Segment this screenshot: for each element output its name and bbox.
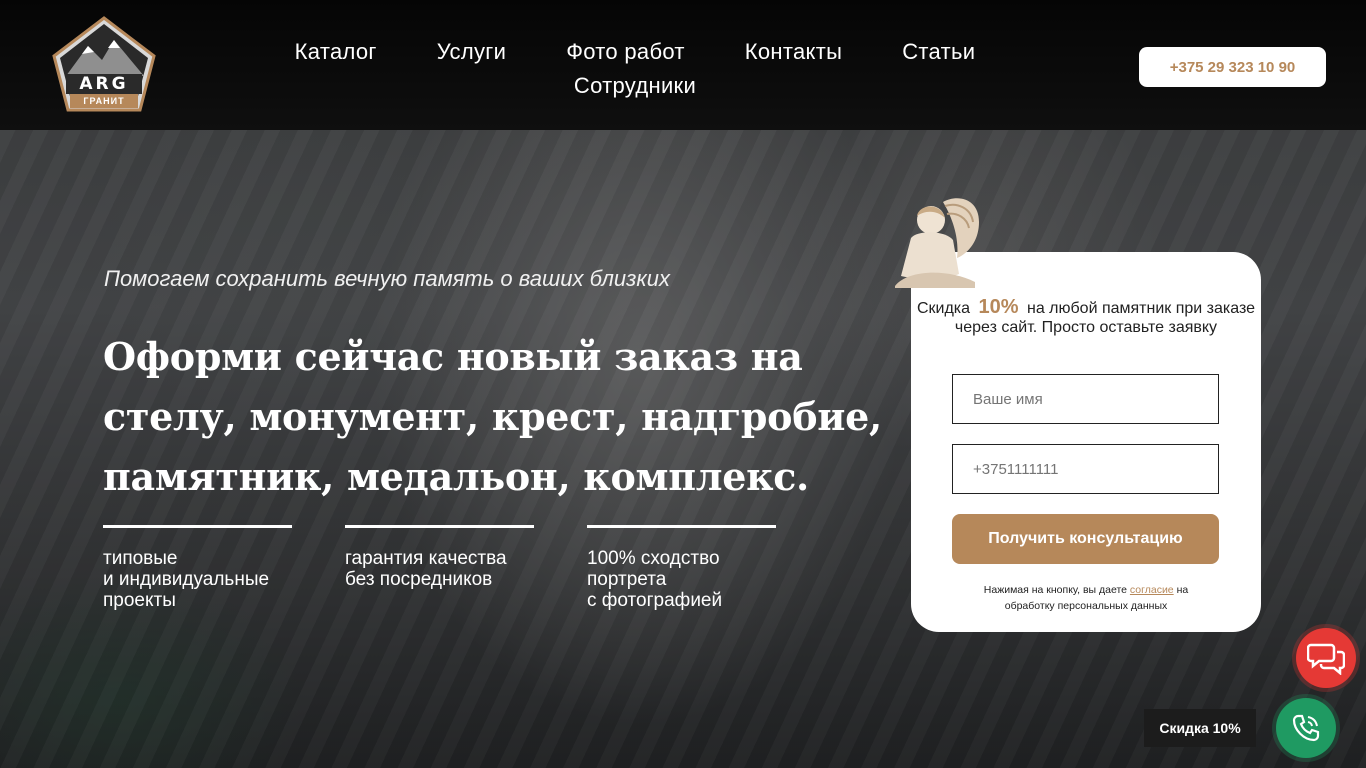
- nav-articles[interactable]: Статьи: [872, 38, 1005, 66]
- nav-employees[interactable]: Сотрудники: [544, 72, 726, 100]
- feature-item: гарантия качества без посредников: [345, 525, 534, 611]
- nav-photo-works[interactable]: Фото работ: [536, 38, 715, 66]
- feature-text: гарантия качества без посредников: [345, 548, 507, 590]
- chat-button[interactable]: [1296, 628, 1356, 688]
- nav-contacts[interactable]: Контакты: [715, 38, 872, 66]
- discount-badge[interactable]: Скидка 10%: [1144, 709, 1256, 747]
- logo[interactable]: ARG ГРАНИТ: [52, 16, 156, 112]
- nav-services[interactable]: Услуги: [407, 38, 536, 66]
- consent-text: Нажимая на кнопку, вы даете согласие на …: [961, 582, 1211, 614]
- features-list: типовые и индивидуальные проекты гаранти…: [103, 525, 776, 611]
- phone-input[interactable]: [952, 444, 1219, 494]
- angel-icon: [887, 192, 983, 292]
- feature-item: 100% сходство портрета с фотографией: [587, 525, 776, 611]
- feature-divider: [587, 525, 776, 528]
- promo-percent: 10%: [978, 296, 1019, 318]
- logo-text: ARG: [79, 74, 129, 94]
- consent-before: Нажимая на кнопку, вы даете: [983, 584, 1127, 596]
- feature-divider: [103, 525, 292, 528]
- feature-text: типовые и индивидуальные проекты: [103, 548, 270, 611]
- feature-text: 100% сходство портрета с фотографией: [587, 548, 723, 611]
- promo-before: Скидка: [916, 300, 971, 317]
- nav-catalog[interactable]: Каталог: [265, 38, 407, 66]
- main-nav: Каталог Услуги Фото работ Контакты Стать…: [250, 38, 1020, 100]
- hero-tagline: Помогаем сохранить вечную память о ваших…: [104, 266, 670, 291]
- logo-subtext: ГРАНИТ: [70, 94, 138, 108]
- phone-call-icon: [1292, 714, 1320, 742]
- hero-headline: Оформи сейчас новый заказ на стелу, мону…: [103, 334, 882, 499]
- consent-link[interactable]: согласие: [1130, 584, 1174, 596]
- site-header: ARG ГРАНИТ Каталог Услуги Фото работ Кон…: [0, 0, 1366, 130]
- call-button[interactable]: [1276, 698, 1336, 758]
- feature-divider: [345, 525, 534, 528]
- get-consultation-button[interactable]: Получить консультацию: [952, 514, 1219, 564]
- promo-text: Скидка 10% на любой памятник при заказе …: [911, 296, 1261, 337]
- header-phone-button[interactable]: +375 29 323 10 90: [1139, 47, 1326, 87]
- consultation-form: Скидка 10% на любой памятник при заказе …: [911, 252, 1261, 632]
- feature-item: типовые и индивидуальные проекты: [103, 525, 292, 611]
- chat-bubbles-icon: [1307, 643, 1345, 675]
- name-input[interactable]: [952, 374, 1219, 424]
